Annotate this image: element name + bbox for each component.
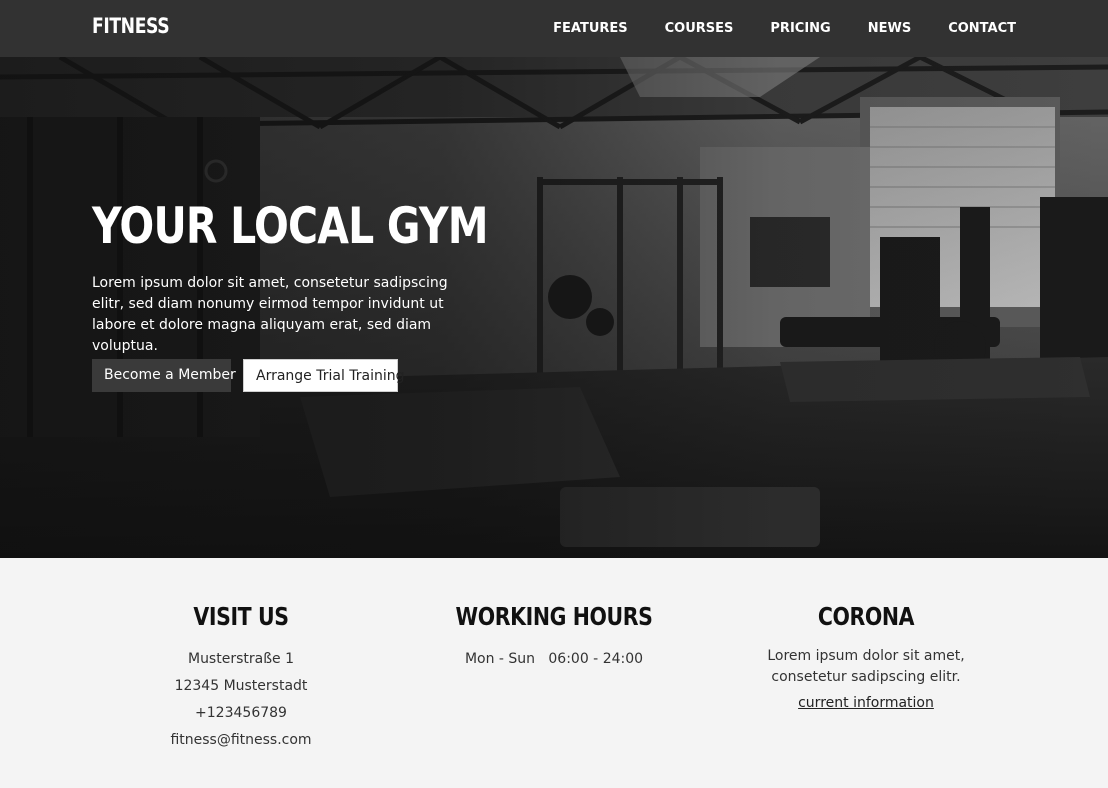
- nav-link-features[interactable]: FEATURES: [553, 21, 628, 36]
- hero-title: YOUR LOCAL GYM: [92, 197, 489, 255]
- visit-us-heading: VISIT US: [193, 602, 289, 631]
- nav-link-pricing[interactable]: PRICING: [770, 21, 830, 36]
- main-nav: FEATURES COURSES PRICING NEWS CONTACT: [553, 0, 1016, 57]
- become-member-button[interactable]: Become a Member: [92, 359, 236, 392]
- nav-link-news[interactable]: NEWS: [868, 21, 911, 36]
- nav-link-contact[interactable]: CONTACT: [948, 21, 1016, 36]
- working-hours-heading: WORKING HOURS: [455, 602, 653, 631]
- current-information-link[interactable]: current information: [798, 693, 934, 714]
- site-logo[interactable]: FITNESS: [92, 14, 170, 38]
- opening-hours: Mon - Sun 06:00 - 24:00: [464, 651, 644, 667]
- corona-heading: CORONA: [817, 602, 915, 631]
- corona-column: CORONA Lorem ipsum dolor sit amet, conse…: [716, 600, 1016, 714]
- hero-section: YOUR LOCAL GYM Lorem ipsum dolor sit ame…: [0, 57, 1108, 558]
- email-address[interactable]: fitness@fitness.com: [91, 727, 391, 754]
- hero-description: Lorem ipsum dolor sit amet, consetetur s…: [92, 275, 448, 354]
- working-hours-column: WORKING HOURS Mon - Sun 06:00 - 24:00: [404, 600, 704, 673]
- nav-link-courses[interactable]: COURSES: [665, 21, 734, 36]
- address-street: Musterstraße 1: [187, 651, 294, 667]
- address-city: 12345 Musterstadt: [174, 678, 308, 694]
- top-navbar: FITNESS FEATURES COURSES PRICING NEWS CO…: [0, 0, 1108, 57]
- corona-text: Lorem ipsum dolor sit amet, consetetur s…: [767, 648, 965, 685]
- visit-us-column: VISIT US Musterstraße 1 12345 Musterstad…: [91, 600, 391, 754]
- arrange-trial-button[interactable]: Arrange Trial Training: [243, 359, 405, 392]
- phone-number[interactable]: +123456789: [91, 700, 391, 727]
- info-section: VISIT US Musterstraße 1 12345 Musterstad…: [0, 558, 1108, 788]
